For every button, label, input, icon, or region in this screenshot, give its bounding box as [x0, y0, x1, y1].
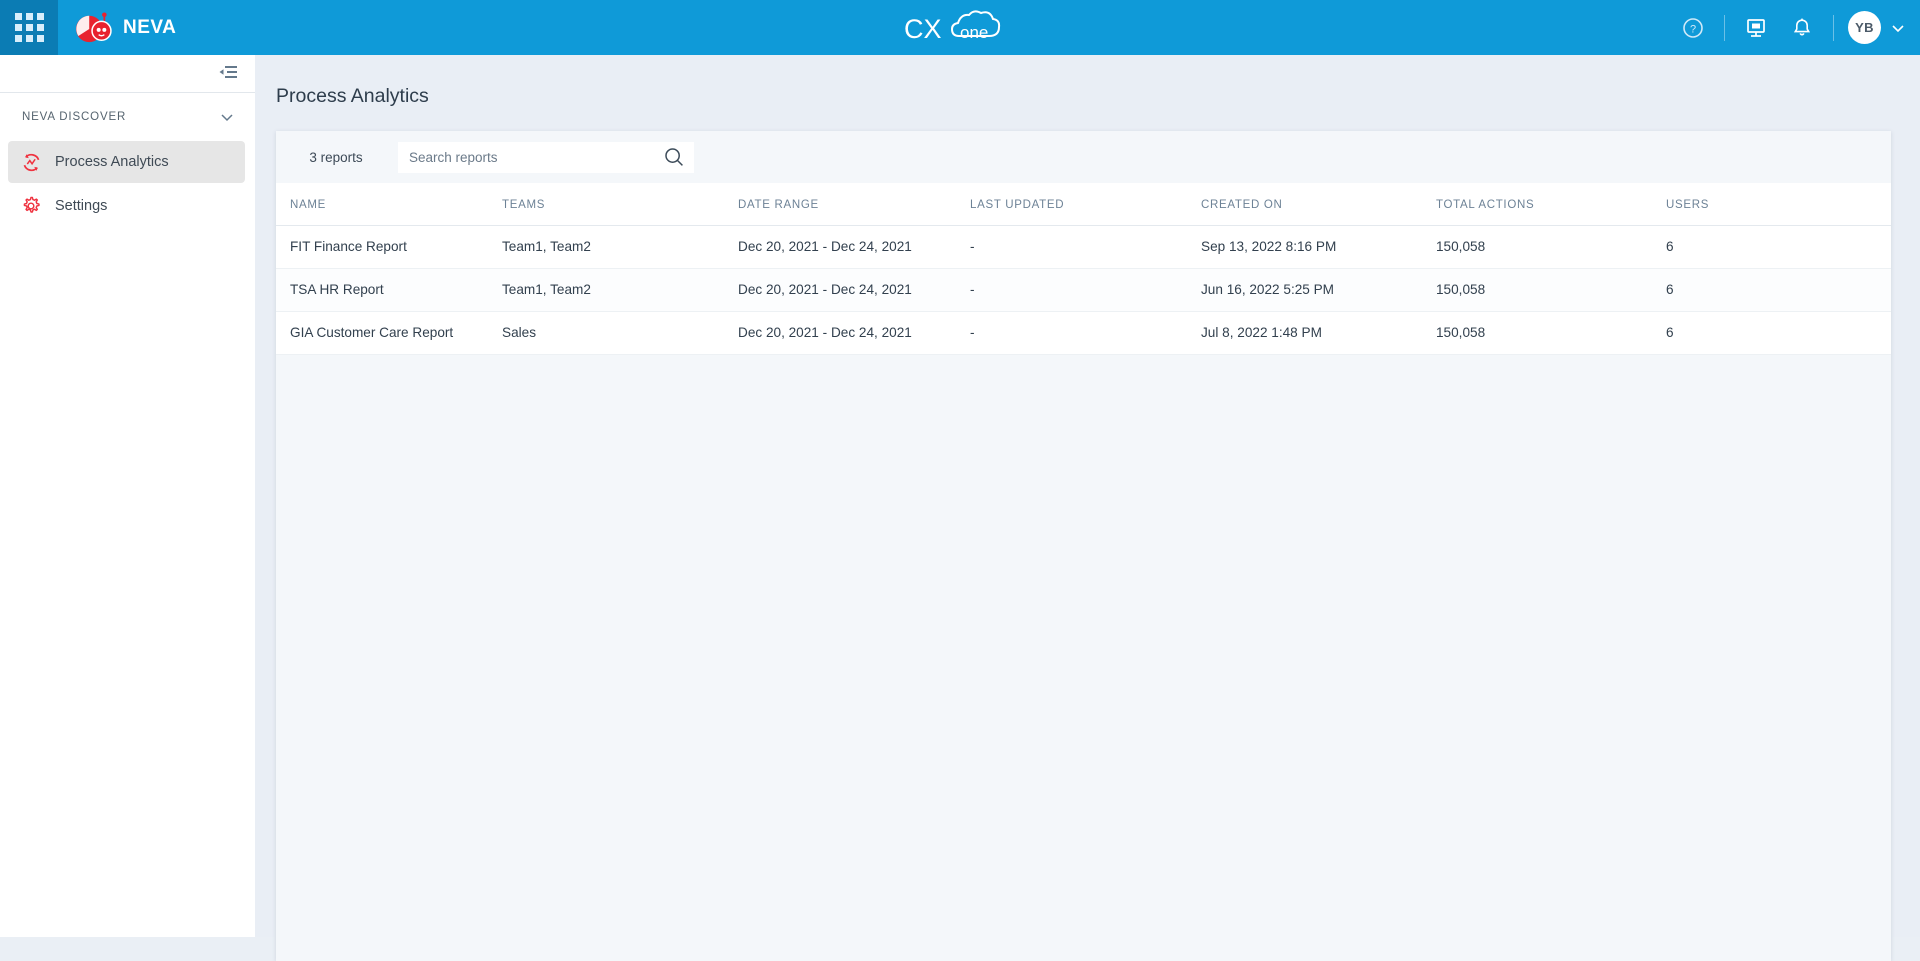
search-input[interactable]: [409, 149, 663, 165]
chevron-down-icon: [221, 114, 233, 122]
sidebar-item-label: Process Analytics: [55, 154, 169, 170]
sidebar-section-label: NEVA DISCOVER: [22, 111, 127, 123]
cell-created-on: Jul 8, 2022 1:48 PM: [1201, 311, 1436, 355]
sidebar-item-settings[interactable]: Settings: [8, 185, 245, 227]
reports-table-header: NAME TEAMS DATE RANGE LAST UPDATED CREAT…: [276, 183, 1891, 226]
presentation-button[interactable]: [1733, 0, 1779, 55]
sidebar-item-process-analytics[interactable]: Process Analytics: [8, 141, 245, 183]
report-count-label: 3 reports: [309, 149, 363, 165]
cell-created-on: Sep 13, 2022 8:16 PM: [1201, 225, 1436, 269]
reports-table: NAME TEAMS DATE RANGE LAST UPDATED CREAT…: [276, 183, 1891, 355]
reports-toolbar: 3 reports: [276, 131, 1891, 183]
reports-card: 3 reports NAME TEAMS DATE RANGE LAST UPD…: [276, 131, 1891, 961]
brand-name-label: NEVA: [123, 16, 177, 38]
topbar-actions: ? YB: [1670, 0, 1906, 55]
chevron-down-icon: [1892, 24, 1904, 32]
presentation-screen-icon: [1747, 18, 1765, 37]
search-button[interactable]: [663, 146, 685, 168]
cell-teams: Team1, Team2: [502, 225, 738, 269]
reports-table-body: FIT Finance Report Team1, Team2 Dec 20, …: [276, 225, 1891, 355]
cell-total-actions: 150,058: [1436, 311, 1666, 355]
brand-neva[interactable]: NEVA: [74, 11, 176, 45]
cell-teams: Team1, Team2: [502, 268, 738, 312]
help-circle-icon: ?: [1683, 17, 1703, 38]
user-menu[interactable]: YB: [1848, 11, 1906, 44]
sidebar-section-neva-discover[interactable]: NEVA DISCOVER: [0, 93, 255, 141]
divider: [1724, 14, 1725, 41]
column-header-teams[interactable]: TEAMS: [502, 183, 738, 226]
column-header-name[interactable]: NAME: [276, 183, 502, 226]
cell-last-updated: -: [970, 268, 1201, 312]
avatar: YB: [1848, 11, 1881, 44]
search-reports-box[interactable]: [398, 141, 694, 173]
help-button[interactable]: ?: [1670, 0, 1716, 55]
top-navigation-bar: NEVA CX one ? YB: [0, 0, 1920, 55]
cell-total-actions: 150,058: [1436, 225, 1666, 269]
svg-text:CX: CX: [904, 14, 942, 44]
sidebar: NEVA DISCOVER Process Analytics Settings: [0, 55, 255, 937]
table-header-row: NAME TEAMS DATE RANGE LAST UPDATED CREAT…: [276, 183, 1891, 226]
notifications-button[interactable]: [1779, 0, 1825, 55]
gear-icon: [20, 195, 42, 217]
table-row[interactable]: FIT Finance Report Team1, Team2 Dec 20, …: [276, 225, 1891, 269]
bell-icon: [1793, 18, 1811, 35]
divider: [1833, 14, 1834, 41]
cell-date-range: Dec 20, 2021 - Dec 24, 2021: [738, 225, 970, 269]
page-title: Process Analytics: [276, 85, 429, 107]
collapse-panel-icon: [219, 65, 237, 78]
table-row[interactable]: TSA HR Report Team1, Team2 Dec 20, 2021 …: [276, 268, 1891, 312]
cell-name[interactable]: FIT Finance Report: [276, 225, 502, 269]
cell-users: 6: [1666, 311, 1891, 355]
cell-date-range: Dec 20, 2021 - Dec 24, 2021: [738, 311, 970, 355]
svg-text:?: ?: [1690, 23, 1696, 35]
cell-users: 6: [1666, 225, 1891, 269]
cell-users: 6: [1666, 268, 1891, 312]
collapse-sidebar-button[interactable]: [217, 64, 239, 84]
main-content: Process Analytics 3 reports NAME TEAMS: [255, 55, 1920, 961]
process-analytics-icon: [20, 151, 42, 173]
cell-total-actions: 150,058: [1436, 268, 1666, 312]
column-header-date-range[interactable]: DATE RANGE: [738, 183, 970, 226]
cell-last-updated: -: [970, 225, 1201, 269]
cell-name[interactable]: TSA HR Report: [276, 268, 502, 312]
cxone-product-logo: CX one: [900, 9, 1020, 47]
column-header-total-actions[interactable]: TOTAL ACTIONS: [1436, 183, 1666, 226]
cell-last-updated: -: [970, 311, 1201, 355]
cell-teams: Sales: [502, 311, 738, 355]
sidebar-item-label: Settings: [55, 198, 108, 214]
sidebar-header: [0, 55, 255, 93]
cell-name[interactable]: GIA Customer Care Report: [276, 311, 502, 355]
column-header-last-updated[interactable]: LAST UPDATED: [970, 183, 1201, 226]
table-row[interactable]: GIA Customer Care Report Sales Dec 20, 2…: [276, 311, 1891, 355]
column-header-created-on[interactable]: CREATED ON: [1201, 183, 1436, 226]
neva-robot-logo: [74, 11, 112, 45]
column-header-users[interactable]: USERS: [1666, 183, 1891, 226]
cell-created-on: Jun 16, 2022 5:25 PM: [1201, 268, 1436, 312]
cell-date-range: Dec 20, 2021 - Dec 24, 2021: [738, 268, 970, 312]
svg-text:one: one: [960, 23, 988, 42]
app-grid-button[interactable]: [0, 0, 58, 55]
search-icon: [665, 148, 683, 166]
apps-grid-icon: [14, 13, 44, 42]
